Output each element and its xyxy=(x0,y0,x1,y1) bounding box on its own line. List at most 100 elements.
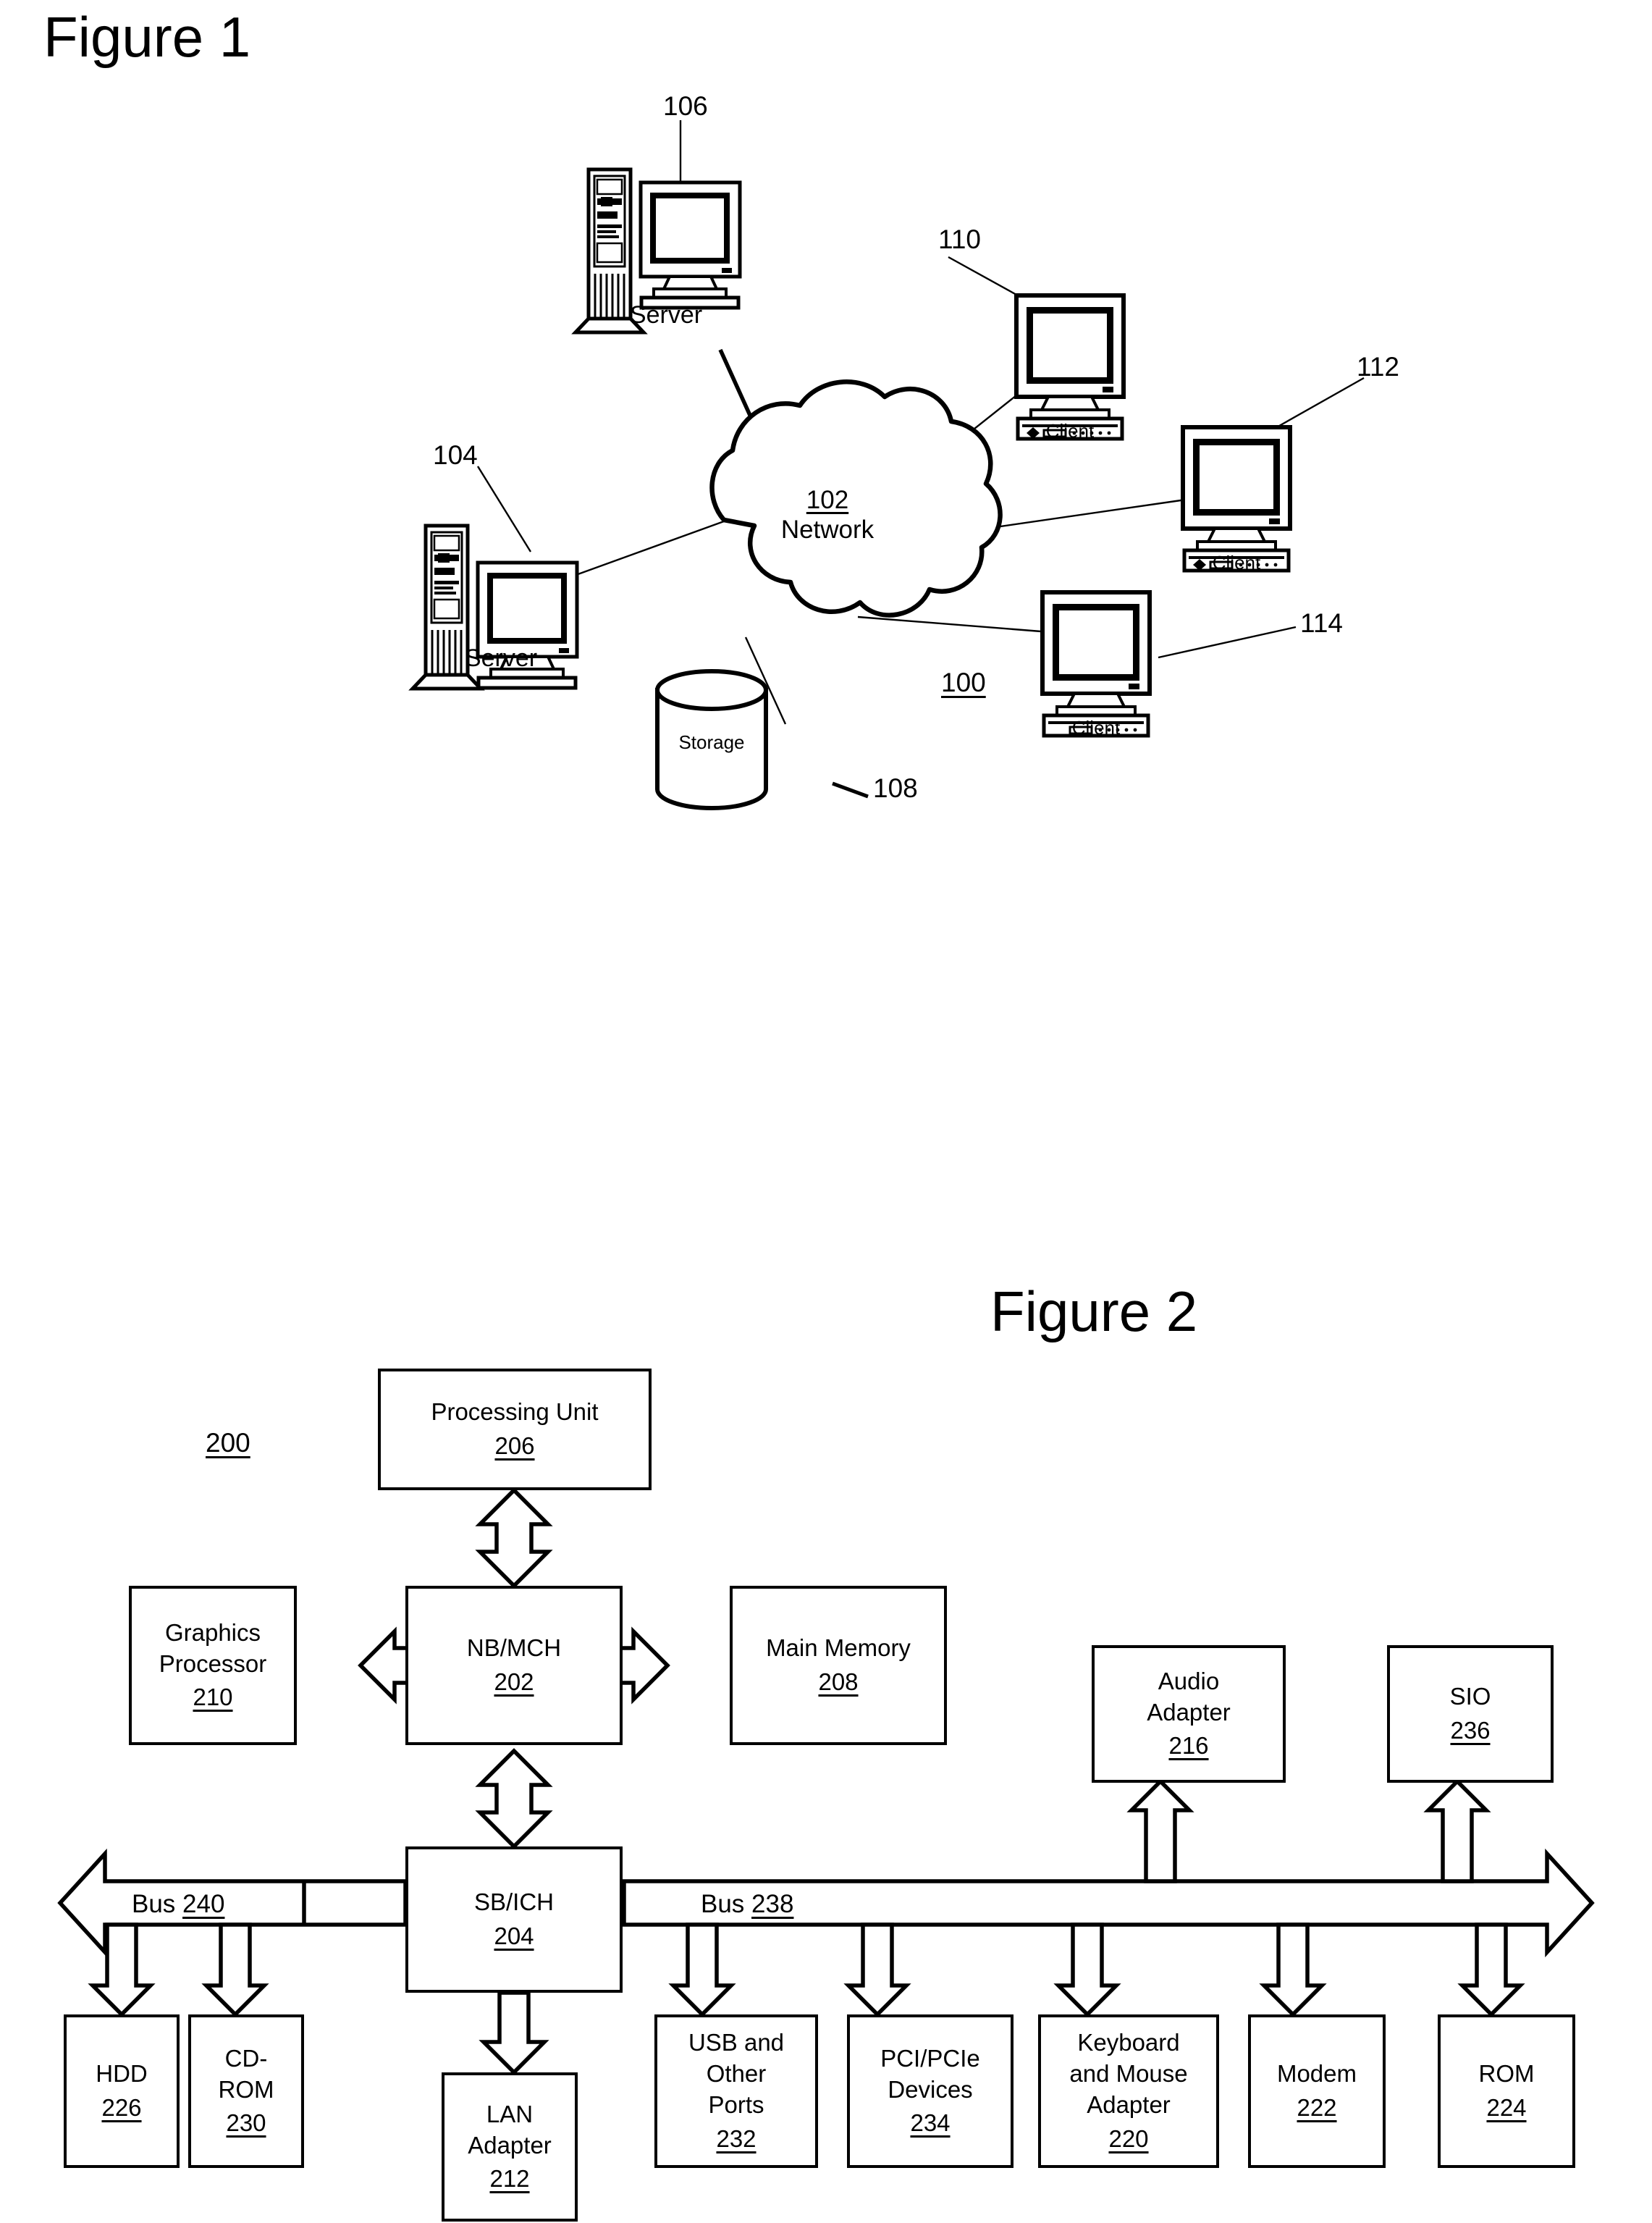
block-graphics-processor[interactable]: Graphics Processor 210 xyxy=(129,1586,297,1745)
bus-238-drop-pci xyxy=(843,1922,911,2017)
lan-adapter-label-line1: LAN xyxy=(486,2100,534,2127)
link-storage108-network xyxy=(744,636,787,725)
arrow-pu-nbmch xyxy=(475,1487,553,1589)
storage-108-label: Storage xyxy=(678,731,745,753)
client-112-icon xyxy=(1181,425,1292,573)
usb-label-line1: USB and xyxy=(688,2029,785,2056)
block-sio[interactable]: SIO 236 xyxy=(1387,1645,1554,1783)
bus-238-ref: 238 xyxy=(751,1890,794,1918)
bus-238-prefix: Bus xyxy=(701,1890,752,1918)
block-lan-adapter[interactable]: LAN Adapter 212 xyxy=(442,2072,578,2222)
block-pci-pcie-devices[interactable]: PCI/PCIe Devices 234 xyxy=(847,2014,1013,2168)
block-audio-adapter[interactable]: Audio Adapter 216 xyxy=(1092,1645,1286,1783)
sio-ref: 236 xyxy=(1450,1717,1491,1744)
audio-adapter-ref: 216 xyxy=(1168,1732,1209,1760)
bus-240-ref: 240 xyxy=(182,1890,225,1918)
bus-238-drop-usb xyxy=(668,1922,736,2017)
lan-adapter-label-line2: Adapter xyxy=(468,2131,552,2159)
ref-num-106: 106 xyxy=(663,91,708,121)
network-label: Network xyxy=(780,516,875,545)
bus-238-up-audio xyxy=(1126,1778,1194,1883)
lan-adapter-ref: 212 xyxy=(489,2165,530,2193)
block-rom[interactable]: ROM 224 xyxy=(1438,2014,1575,2168)
block-modem[interactable]: Modem 222 xyxy=(1248,2014,1386,2168)
bus-238-drop-kbm xyxy=(1053,1922,1121,2017)
link-client112-network xyxy=(935,498,1187,537)
figure2-connector-layer xyxy=(57,1487,1595,2075)
cd-rom-label-line1: CD- xyxy=(224,2044,268,2072)
nb-mch-label: NB/MCH xyxy=(466,1634,562,1662)
bus-240-drop-hdd xyxy=(88,1922,156,2017)
arrow-nbmch-sbich xyxy=(475,1748,553,1849)
figure2-system-ref: 200 xyxy=(206,1428,250,1458)
block-hdd[interactable]: HDD 226 xyxy=(64,2014,180,2168)
main-memory-ref: 208 xyxy=(818,1668,859,1695)
processing-unit-ref: 206 xyxy=(494,1432,535,1459)
bus-238-drop-modem xyxy=(1259,1922,1327,2017)
kbm-label-line1: Keyboard xyxy=(1077,2029,1180,2056)
client-112-label: Client xyxy=(1212,552,1261,573)
link-client114-network xyxy=(857,615,1042,633)
usb-label-line2: Other xyxy=(706,2060,767,2088)
kbm-label-line2: and Mouse xyxy=(1069,2060,1188,2088)
bus-240-drop-cdrom xyxy=(201,1922,269,2017)
block-sb-ich[interactable]: SB/ICH 204 xyxy=(405,1846,623,1993)
figure1-system-ref: 100 xyxy=(941,668,986,697)
link-server104-network xyxy=(563,520,725,581)
block-processing-unit[interactable]: Processing Unit 206 xyxy=(378,1369,652,1490)
ref-num-114: 114 xyxy=(1300,608,1343,638)
block-main-memory[interactable]: Main Memory 208 xyxy=(730,1586,947,1745)
ref-num-110: 110 xyxy=(938,224,981,254)
figure2-title: Figure 2 xyxy=(990,1279,1198,1343)
sio-label: SIO xyxy=(1449,1683,1491,1710)
nb-mch-ref: 202 xyxy=(494,1668,534,1695)
processing-unit-label: Processing Unit xyxy=(431,1398,599,1426)
kbm-ref: 220 xyxy=(1108,2125,1149,2152)
ref-num-104: 104 xyxy=(433,440,478,470)
leader-114 xyxy=(1158,626,1297,659)
bus-240-label: Bus 240 xyxy=(132,1891,224,1917)
block-nb-mch[interactable]: NB/MCH 202 xyxy=(405,1586,623,1745)
server-104-label: Server xyxy=(464,644,538,672)
sb-ich-label: SB/ICH xyxy=(473,1888,555,1916)
rom-label: ROM xyxy=(1478,2060,1535,2088)
bus-240-prefix: Bus xyxy=(132,1890,183,1918)
main-memory-label: Main Memory xyxy=(766,1634,911,1662)
server-106-label: Server xyxy=(629,301,703,329)
pci-ref: 234 xyxy=(910,2109,951,2137)
leader-110 xyxy=(948,256,1032,304)
block-cd-rom[interactable]: CD- ROM 230 xyxy=(188,2014,304,2168)
bus-238-up-sio xyxy=(1423,1778,1491,1883)
client-114-label: Client xyxy=(1071,717,1121,739)
audio-adapter-label-line1: Audio xyxy=(1158,1667,1220,1694)
leader-108 xyxy=(832,781,869,799)
usb-label-line3: Ports xyxy=(708,2091,764,2118)
graphics-processor-label-line2: Processor xyxy=(159,1650,267,1677)
cd-rom-label-line2: ROM xyxy=(218,2075,274,2103)
link-client110-network xyxy=(875,384,1031,508)
bus-238-label: Bus 238 xyxy=(701,1891,793,1917)
block-keyboard-mouse-adapter[interactable]: Keyboard and Mouse Adapter 220 xyxy=(1038,2014,1219,2168)
network-ref: 102 xyxy=(806,486,849,514)
leader-104 xyxy=(476,466,532,552)
graphics-processor-ref: 210 xyxy=(193,1684,233,1711)
cd-rom-ref: 230 xyxy=(226,2109,266,2137)
block-usb-other-ports[interactable]: USB and Other Ports 232 xyxy=(654,2014,818,2168)
hdd-ref: 226 xyxy=(101,2094,142,2121)
modem-label: Modem xyxy=(1276,2060,1357,2088)
hdd-label: HDD xyxy=(96,2060,148,2088)
arrow-sbich-lan xyxy=(479,1991,549,2075)
ref-num-108: 108 xyxy=(873,773,918,803)
figure1-title: Figure 1 xyxy=(43,5,251,69)
audio-adapter-label-line2: Adapter xyxy=(1147,1698,1231,1726)
client-110-icon xyxy=(1014,293,1126,441)
bus-238-drop-rom xyxy=(1457,1922,1525,2017)
client-110-label: Client xyxy=(1045,420,1095,442)
pci-label-line2: Devices xyxy=(888,2075,973,2103)
figure1-drawing-layer xyxy=(408,120,1365,810)
usb-ref: 232 xyxy=(716,2125,757,2152)
graphics-processor-label-line1: Graphics xyxy=(164,1618,261,1646)
rom-ref: 224 xyxy=(1486,2094,1527,2121)
client-114-icon xyxy=(1040,590,1152,738)
ref-num-112: 112 xyxy=(1357,352,1399,382)
